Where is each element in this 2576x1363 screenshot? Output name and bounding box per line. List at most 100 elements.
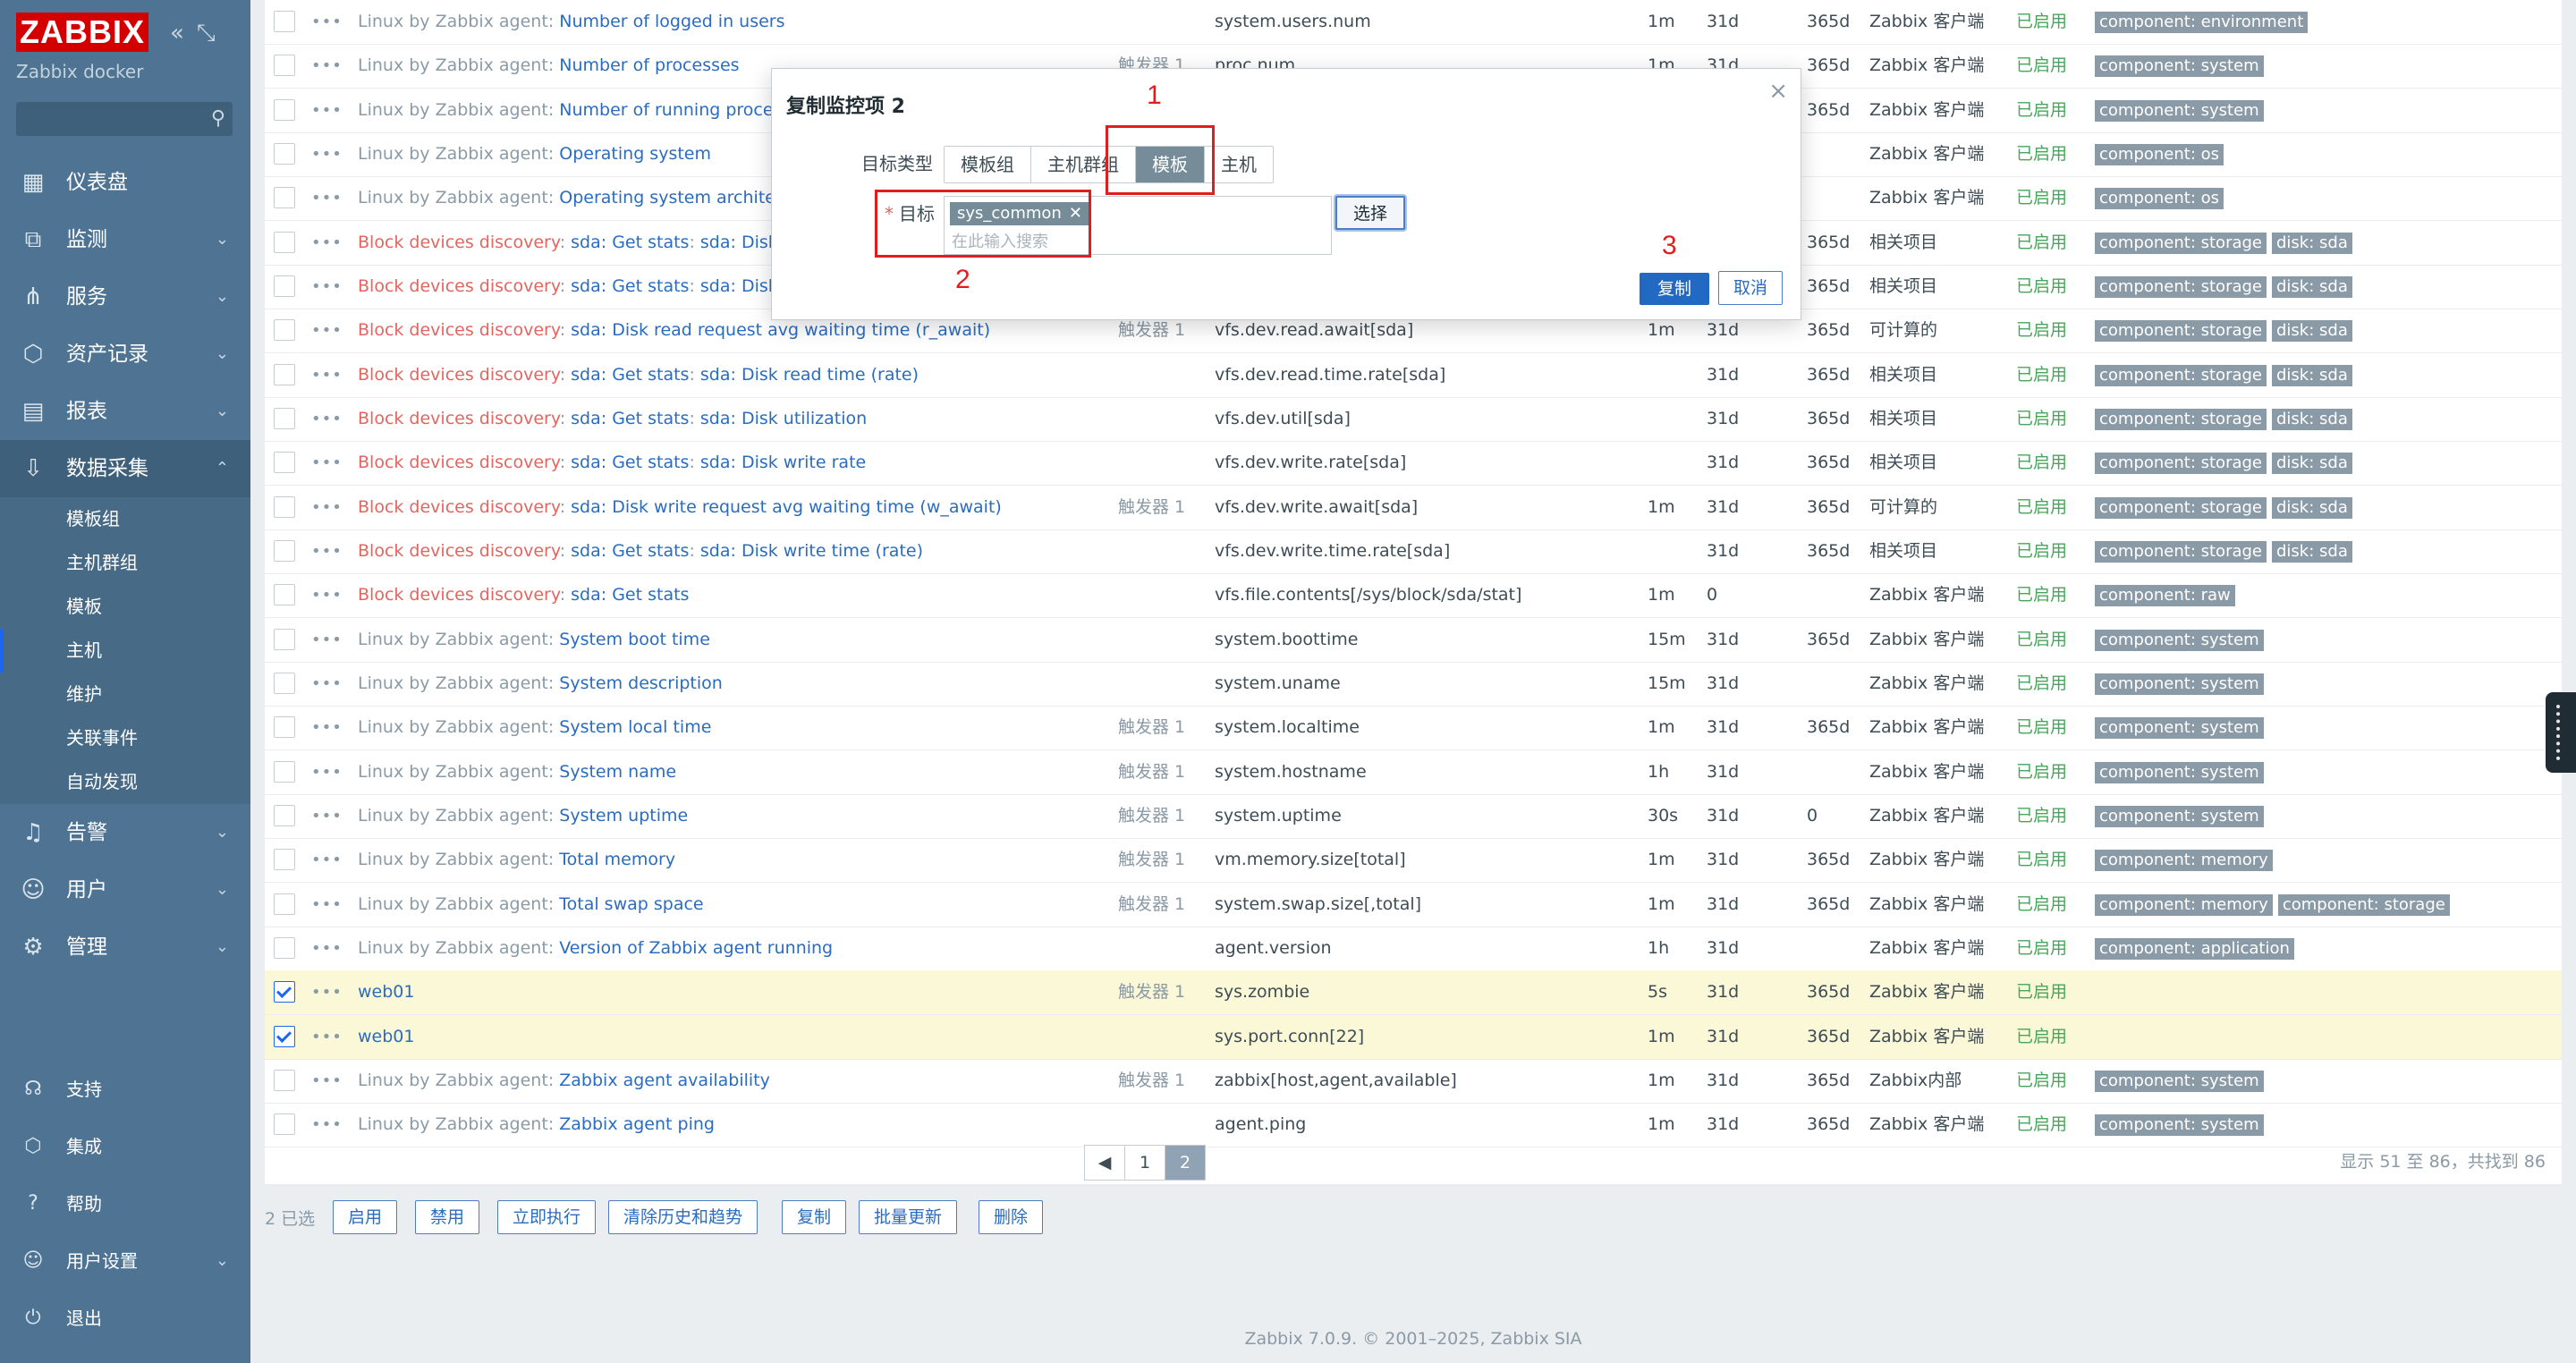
item-prefix-link[interactable]: Linux by Zabbix agent xyxy=(358,188,548,207)
item-prefix-link[interactable]: Linux by Zabbix agent xyxy=(358,55,548,75)
row-checkbox[interactable] xyxy=(274,319,295,342)
triggers-link[interactable]: 触发器 1 xyxy=(1118,486,1185,529)
item-status-link[interactable]: 已启用 xyxy=(2016,89,2067,132)
menu-item-users[interactable]: ☺ 用户 ⌄ xyxy=(0,861,250,919)
item-status-link[interactable]: 已启用 xyxy=(2016,265,2067,309)
row-checkbox[interactable] xyxy=(274,1069,295,1091)
item-prefix-link[interactable]: Linux by Zabbix agent xyxy=(358,717,548,737)
row-checkbox[interactable] xyxy=(274,11,295,32)
item-name-link[interactable]: System description xyxy=(559,673,723,693)
more-icon[interactable]: ••• xyxy=(311,0,343,44)
item-tag[interactable]: component: storage xyxy=(2095,320,2267,343)
bottom-menu-item-user-settings[interactable]: ☺ 用户设置 ⌄ xyxy=(0,1232,250,1290)
item-prefix-link[interactable]: Block devices discovery xyxy=(358,409,560,428)
triggers-link[interactable]: 触发器 1 xyxy=(1118,970,1185,1014)
item-status-link[interactable]: 已启用 xyxy=(2016,132,2067,176)
item-status-link[interactable]: 已启用 xyxy=(2016,1103,2067,1147)
item-status-link[interactable]: 已启用 xyxy=(2016,750,2067,794)
item-status-link[interactable]: 已启用 xyxy=(2016,176,2067,220)
triggers-link[interactable]: 触发器 1 xyxy=(1118,794,1185,838)
triggers-link[interactable]: 触发器 1 xyxy=(1118,750,1185,794)
item-status-link[interactable]: 已启用 xyxy=(2016,927,2067,970)
prev-page-button[interactable]: ◀ xyxy=(1085,1146,1125,1180)
more-icon[interactable]: ••• xyxy=(311,970,343,1014)
item-tag[interactable]: component: environment xyxy=(2095,12,2309,33)
item-name-link[interactable]: sda: Disk read time (rate) xyxy=(700,365,919,385)
item-name-link[interactable]: System local time xyxy=(559,717,711,737)
item-name-link[interactable]: Number of logged in users xyxy=(559,12,784,31)
menu-item-dashboard[interactable]: ▦ 仪表盘 xyxy=(0,154,250,211)
item-status-link[interactable]: 已启用 xyxy=(2016,1015,2067,1059)
item-tag[interactable]: disk: sda xyxy=(2272,275,2352,298)
item-status-link[interactable]: 已启用 xyxy=(2016,486,2067,529)
row-checkbox[interactable] xyxy=(274,628,295,650)
more-icon[interactable]: ••• xyxy=(311,1015,343,1059)
more-icon[interactable]: ••• xyxy=(311,750,343,794)
submenu-item[interactable]: 关联事件 xyxy=(0,716,250,760)
more-icon[interactable]: ••• xyxy=(311,132,343,176)
more-icon[interactable]: ••• xyxy=(311,883,343,927)
row-checkbox[interactable] xyxy=(274,452,295,474)
item-tag[interactable]: component: storage xyxy=(2095,540,2267,563)
row-checkbox[interactable] xyxy=(274,98,295,121)
item-tag[interactable]: component: raw xyxy=(2095,585,2235,607)
more-icon[interactable]: ••• xyxy=(311,794,343,838)
item-name-link[interactable]: System uptime xyxy=(559,806,688,825)
row-checkbox[interactable] xyxy=(274,1025,295,1047)
item-prefix-link[interactable]: Linux by Zabbix agent xyxy=(358,938,548,958)
execute-now-button[interactable]: 立即执行 xyxy=(497,1200,597,1234)
master-item-link[interactable]: sda: Get stats xyxy=(571,233,689,252)
submenu-item[interactable]: 自动发现 xyxy=(0,760,250,804)
item-name-link[interactable]: sda: Disk read request avg waiting time … xyxy=(571,320,990,340)
item-tag[interactable]: disk: sda xyxy=(2272,453,2352,475)
more-icon[interactable]: ••• xyxy=(311,618,343,662)
row-checkbox[interactable] xyxy=(274,363,295,385)
item-prefix-link[interactable]: Linux by Zabbix agent xyxy=(358,12,548,31)
item-tag[interactable]: disk: sda xyxy=(2272,364,2352,386)
mass-update-button[interactable]: 批量更新 xyxy=(859,1200,958,1234)
item-prefix-link[interactable]: Linux by Zabbix agent xyxy=(358,1071,548,1090)
target-type-template-groups[interactable]: 模板组 xyxy=(945,147,1031,182)
submenu-item[interactable]: 主机群组 xyxy=(0,541,250,585)
triggers-link[interactable]: 触发器 1 xyxy=(1118,883,1185,927)
item-status-link[interactable]: 已启用 xyxy=(2016,706,2067,749)
more-icon[interactable]: ••• xyxy=(311,838,343,882)
menu-item-administration[interactable]: ⚙ 管理 ⌄ xyxy=(0,919,250,976)
master-item-link[interactable]: sda: Get stats xyxy=(571,409,689,428)
row-checkbox[interactable] xyxy=(274,936,295,959)
item-tag[interactable]: disk: sda xyxy=(2272,496,2352,519)
item-tag[interactable]: component: storage xyxy=(2095,453,2267,475)
submenu-item[interactable]: 主机 xyxy=(0,629,250,673)
item-tag[interactable]: component: storage xyxy=(2095,275,2267,298)
item-tag[interactable]: component: storage xyxy=(2095,496,2267,519)
page-2-button[interactable]: 2 xyxy=(1165,1146,1205,1180)
item-status-link[interactable]: 已启用 xyxy=(2016,529,2067,573)
item-name-link[interactable]: sda: Disk write request avg waiting time… xyxy=(571,497,1002,517)
target-type-hosts[interactable]: 主机 xyxy=(1205,147,1273,182)
more-icon[interactable]: ••• xyxy=(311,573,343,617)
item-status-link[interactable]: 已启用 xyxy=(2016,397,2067,441)
more-icon[interactable]: ••• xyxy=(311,486,343,529)
bottom-menu-item-integrations[interactable]: ⬡ 集成 xyxy=(0,1118,250,1175)
row-checkbox[interactable] xyxy=(274,539,295,562)
more-icon[interactable]: ••• xyxy=(311,309,343,352)
item-status-link[interactable]: 已启用 xyxy=(2016,44,2067,88)
menu-item-monitoring[interactable]: ⧉ 监测 ⌄ xyxy=(0,211,250,268)
item-tag[interactable]: component: application xyxy=(2095,937,2294,960)
close-icon[interactable]: × xyxy=(1768,78,1788,105)
kiosk-mode-icon[interactable]: ⤡ xyxy=(197,20,216,47)
triggers-link[interactable]: 触发器 1 xyxy=(1118,706,1185,749)
item-tag[interactable]: component: system xyxy=(2095,99,2264,122)
item-name-link[interactable]: System name xyxy=(559,762,676,782)
more-icon[interactable]: ••• xyxy=(311,397,343,441)
item-status-link[interactable]: 已启用 xyxy=(2016,0,2067,44)
sidebar-search-input[interactable]: ⚲ xyxy=(16,102,233,136)
item-prefix-link[interactable]: Block devices discovery xyxy=(358,365,560,385)
more-icon[interactable]: ••• xyxy=(311,353,343,397)
row-checkbox[interactable] xyxy=(274,981,295,1003)
row-checkbox[interactable] xyxy=(274,849,295,871)
item-name-link[interactable]: System boot time xyxy=(559,630,710,649)
search-icon[interactable]: ⚲ xyxy=(211,107,225,130)
item-tag[interactable]: component: memory xyxy=(2095,850,2273,872)
clear-history-button[interactable]: 清除历史和趋势 xyxy=(608,1200,758,1234)
